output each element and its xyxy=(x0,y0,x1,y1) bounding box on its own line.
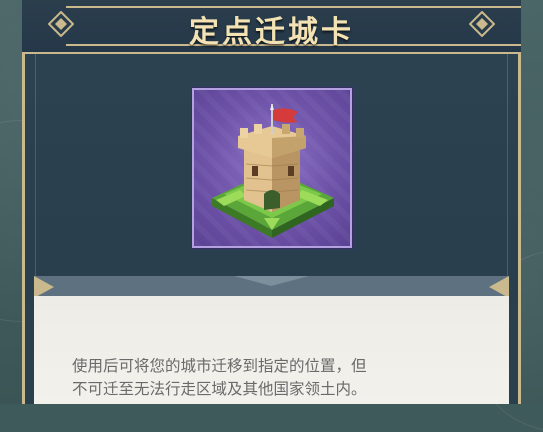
description-line-1: 使用后可将您的城市迁移到指定的位置，但 xyxy=(72,357,367,375)
dialog-header: 定点迁城卡 xyxy=(22,0,521,54)
item-icon-frame xyxy=(192,88,352,248)
dialog-title: 定点迁城卡 xyxy=(189,15,354,50)
castle-tower-icon xyxy=(212,104,334,238)
description-line-2: 不可迁至无法行走区域及其他国家领土内。 xyxy=(72,380,367,398)
item-description: 使用后可将您的城市迁移到指定的位置，但 不可迁至无法行走区域及其他国家领土内。 xyxy=(72,355,492,401)
